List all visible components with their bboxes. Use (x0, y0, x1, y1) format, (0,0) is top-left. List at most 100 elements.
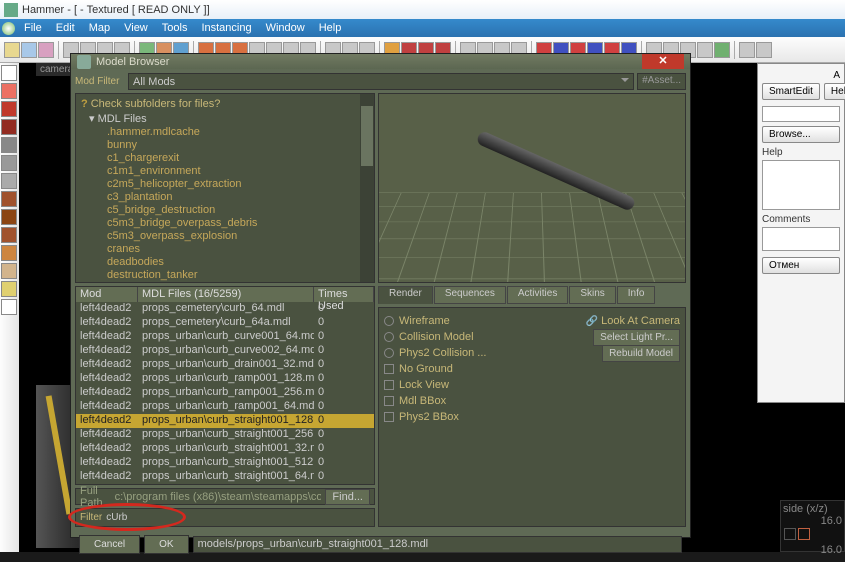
render-options: Wireframe 🔗 Look At Camera Collision Mod… (378, 307, 686, 527)
table-row[interactable]: left4dead2props_urban\curb_ramp001_64.md… (76, 400, 374, 414)
vertex-tool[interactable] (1, 245, 17, 261)
model-browser-titlebar[interactable]: Model Browser ✕ (71, 54, 690, 69)
tab-info[interactable]: Info (617, 286, 656, 304)
model-preview[interactable] (378, 93, 686, 283)
block-tool[interactable] (1, 137, 17, 153)
phys2c-radio[interactable] (384, 348, 394, 358)
smartedit-button[interactable]: SmartEdit (762, 83, 820, 100)
filter-input[interactable] (106, 512, 370, 523)
modfilter-label: Mod Filter (75, 76, 125, 87)
wireframe-radio[interactable] (384, 316, 394, 326)
table-row[interactable]: left4dead2props_cemetery\curb_64a.mdl0 (76, 316, 374, 330)
decal-tool[interactable] (1, 191, 17, 207)
tab-activities[interactable]: Activities (507, 286, 568, 304)
tree-node[interactable]: destruction_tanker (79, 269, 371, 282)
toolbar-button[interactable] (739, 42, 755, 58)
table-row[interactable]: left4dead2props_urban\curb_ramp001_128.m… (76, 372, 374, 386)
tool[interactable] (1, 299, 17, 315)
table-row[interactable]: left4dead2props_urban\curb_straight001_6… (76, 470, 374, 484)
table-row[interactable]: left4dead2props_urban\curb_straight001_5… (76, 456, 374, 470)
tree-node[interactable]: .hammer.mdlcache (79, 126, 371, 139)
modfilter-combo[interactable]: All Mods (128, 73, 634, 90)
select-tool[interactable] (1, 65, 17, 81)
close-button[interactable]: ✕ (642, 54, 684, 69)
table-row[interactable]: left4dead2props_urban\curb_curve002_64.m… (76, 344, 374, 358)
toolbar-button[interactable] (697, 42, 713, 58)
rebuild-button[interactable]: Rebuild Model (602, 345, 680, 362)
table-row[interactable]: left4dead2props_urban\curb_ramp001_256.m… (76, 386, 374, 400)
tree-node[interactable]: c1m1_environment (79, 165, 371, 178)
selectlight-button[interactable]: Select Light Pr... (593, 329, 680, 346)
col-mdlfiles[interactable]: MDL Files (16/5259) (138, 287, 314, 302)
texture-tool[interactable] (1, 155, 17, 171)
tree-node[interactable]: c5m3_bridge_overpass_debris (79, 217, 371, 230)
comments-label: Comments (762, 214, 840, 225)
menu-window[interactable]: Window (259, 20, 312, 36)
mdl-table[interactable]: Mod MDL Files (16/5259) Times Used left4… (75, 286, 375, 485)
table-row[interactable]: left4dead2props_urban\curb_curve001_64.m… (76, 330, 374, 344)
toolbar-button[interactable] (756, 42, 772, 58)
tree-scrollbar[interactable] (360, 94, 374, 282)
tab-render[interactable]: Render (378, 286, 433, 304)
phys2bbox-check[interactable] (384, 412, 394, 422)
menu-instancing[interactable]: Instancing (194, 20, 258, 36)
browse-button[interactable]: Browse... (762, 126, 840, 143)
tree-node[interactable]: deadbodies (79, 256, 371, 269)
menu-map[interactable]: Map (82, 20, 117, 36)
clip-tool[interactable] (1, 227, 17, 243)
table-row[interactable]: left4dead2props_urban\curb_straight001_1… (76, 414, 374, 428)
help-button[interactable]: Help (824, 83, 845, 100)
mdlbbox-check[interactable] (384, 396, 394, 406)
fullpath-label: Full Path (80, 485, 111, 509)
tree-node[interactable]: c2m5_helicopter_extraction (79, 178, 371, 191)
table-row[interactable]: left4dead2props_urban\curb_drain001_32.m… (76, 358, 374, 372)
table-row[interactable]: left4dead2props_urban\curb_straight001_3… (76, 442, 374, 456)
cancel-button[interactable]: Cancel (79, 535, 140, 554)
tab-skins[interactable]: Skins (569, 286, 615, 304)
camera-tool[interactable] (1, 101, 17, 117)
side-viewport-widget: side (x/z) 16.0 16.0 (780, 500, 845, 552)
tree-node[interactable]: bunny (79, 139, 371, 152)
toolbar-button[interactable] (4, 42, 20, 58)
tab-sequences[interactable]: Sequences (434, 286, 506, 304)
menu-view[interactable]: View (117, 20, 155, 36)
lookat-link[interactable]: 🔗 Look At Camera (586, 315, 680, 327)
tree-node[interactable]: c5_bridge_destruction (79, 204, 371, 217)
col-timesused[interactable]: Times Used (314, 287, 374, 302)
overlay-tool[interactable] (1, 209, 17, 225)
tree-node[interactable]: c3_plantation (79, 191, 371, 204)
toolbar-button[interactable] (38, 42, 54, 58)
tree-node[interactable]: c5m3_overpass_explosion (79, 230, 371, 243)
ok-button[interactable]: OK (144, 535, 188, 554)
entity-tool[interactable] (1, 119, 17, 135)
tree-node[interactable]: editor (79, 282, 371, 283)
title-text: Hammer - [ - Textured [ READ ONLY ]] (22, 4, 210, 16)
apply-texture-tool[interactable] (1, 173, 17, 189)
table-row[interactable]: left4dead2props_cemetery\curb_64.mdl0 (76, 302, 374, 316)
noground-check[interactable] (384, 364, 394, 374)
asset-button[interactable]: #Asset... (637, 73, 686, 90)
lockview-check[interactable] (384, 380, 394, 390)
tool[interactable] (1, 263, 17, 279)
collision-radio[interactable] (384, 332, 394, 342)
object-properties-panel: A SmartEdit Help Browse... Help Comments… (757, 63, 845, 403)
col-mod[interactable]: Mod (76, 287, 138, 302)
menu-help[interactable]: Help (312, 20, 349, 36)
toolbar-button[interactable] (714, 42, 730, 58)
menu-tools[interactable]: Tools (155, 20, 195, 36)
toolbar-button[interactable] (21, 42, 37, 58)
apply-button[interactable]: Отмен (762, 257, 840, 274)
table-row[interactable]: left4dead2props_urban\curb_straight001_2… (76, 428, 374, 442)
tree-node[interactable]: c1_chargerexit (79, 152, 371, 165)
magnify-tool[interactable] (1, 83, 17, 99)
mdl-tree[interactable]: ?Check subfolders for files? ▾ MDL Files… (75, 93, 375, 283)
tree-node[interactable]: cranes (79, 243, 371, 256)
menu-edit[interactable]: Edit (49, 20, 82, 36)
find-button[interactable]: Find... (325, 489, 370, 505)
tool[interactable] (1, 281, 17, 297)
menu-file[interactable]: File (17, 20, 49, 36)
comments-text[interactable] (762, 227, 840, 251)
property-input[interactable] (762, 106, 840, 122)
app-titlebar: Hammer - [ - Textured [ READ ONLY ]] (0, 0, 845, 19)
help-text (762, 160, 840, 210)
